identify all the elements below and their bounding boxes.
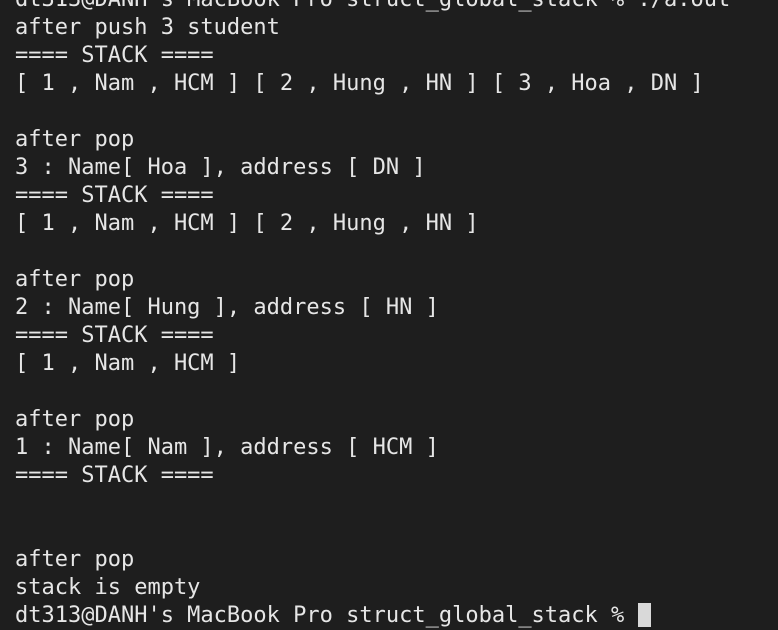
terminal-line: 2 : Name[ Hung ], address [ HN ]	[15, 295, 439, 320]
terminal-line: dt313@DANH's MacBook Pro struct_global_s…	[15, 0, 778, 14]
terminal-line: stack is empty	[15, 575, 201, 600]
terminal-line: 1 : Name[ Nam ], address [ HCM ]	[15, 435, 439, 460]
terminal-line: ==== STACK ====	[15, 323, 214, 348]
terminal-line: [ 1 , Nam , HCM ] [ 2 , Hung , HN ]	[15, 211, 479, 236]
terminal-line: after push 3 student	[15, 15, 280, 40]
terminal-line: after pop	[15, 127, 135, 152]
terminal-line: ==== STACK ====	[15, 463, 214, 488]
terminal-line: after pop	[15, 267, 135, 292]
prompt-line[interactable]: dt313@DANH's MacBook Pro struct_global_s…	[15, 602, 778, 630]
terminal-line: [ 1 , Nam , HCM ] [ 2 , Hung , HN ] [ 3 …	[15, 71, 704, 96]
terminal-line: ==== STACK ====	[15, 183, 214, 208]
terminal-line: after pop	[15, 407, 135, 432]
terminal-line: ==== STACK ====	[15, 43, 214, 68]
shell-prompt: dt313@DANH's MacBook Pro struct_global_s…	[15, 603, 638, 628]
text-cursor	[637, 603, 651, 627]
terminal-line: 3 : Name[ Hoa ], address [ DN ]	[15, 155, 426, 180]
terminal-line: [ 1 , Nam , HCM ]	[15, 351, 241, 376]
terminal-window[interactable]: dt313@DANH's MacBook Pro struct_global_s…	[0, 0, 778, 628]
terminal-line: after pop	[15, 547, 135, 572]
